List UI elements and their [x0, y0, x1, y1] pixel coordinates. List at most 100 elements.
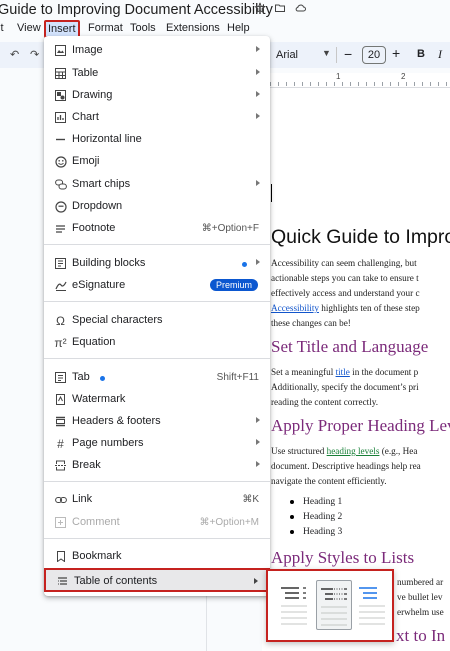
ruler-mark-2: 2: [401, 72, 406, 81]
menu-item-headers-footers[interactable]: Headers & footers: [44, 411, 270, 433]
link-icon: [54, 493, 67, 506]
comment-icon: [54, 516, 67, 529]
list-item: Heading 3: [290, 527, 342, 542]
menu-help[interactable]: Help: [227, 22, 250, 34]
doc-bullet-list: Heading 1 Heading 2 Heading 3: [290, 497, 342, 542]
omega-icon: Ω: [56, 313, 65, 328]
menu-item-chart[interactable]: Chart: [44, 107, 270, 129]
bold-button[interactable]: B: [417, 48, 425, 60]
premium-badge: Premium: [209, 279, 258, 291]
building-blocks-icon: [54, 257, 67, 270]
redo-icon[interactable]: ↷: [30, 48, 39, 61]
cloud-status-icon[interactable]: [294, 2, 307, 14]
menu-extensions[interactable]: Extensions: [166, 22, 220, 34]
font-size-input[interactable]: 20: [362, 46, 386, 64]
menu-divider: [44, 481, 270, 482]
toolbar-divider: [336, 47, 337, 63]
new-feature-dot: [100, 376, 105, 381]
new-feature-dot: [242, 262, 247, 267]
toc-option-page-numbers[interactable]: [277, 580, 311, 628]
increase-font-size-button[interactable]: +: [392, 45, 400, 61]
document-title[interactable]: Guide to Improving Document Accessibilit…: [0, 2, 273, 18]
menu-tools[interactable]: Tools: [130, 22, 156, 34]
menu-divider: [44, 358, 270, 359]
toc-option-links[interactable]: [355, 580, 389, 628]
menu-item-special-characters[interactable]: Ω Special characters: [44, 310, 270, 332]
doc-intro-line-3: effectively access and understand your c: [271, 288, 420, 298]
s2-post: (e.g., Hea: [379, 446, 418, 456]
font-selector[interactable]: Arial: [276, 49, 298, 61]
menu-item-bookmark[interactable]: Bookmark: [44, 546, 270, 568]
drawing-icon: [54, 89, 67, 102]
menu-item-drawing[interactable]: Drawing: [44, 85, 270, 107]
smart-chips-icon: [54, 178, 67, 191]
table-icon: [54, 67, 67, 80]
list-item: Heading 1: [290, 497, 342, 512]
comment-shortcut: ⌘+Option+M: [199, 517, 259, 528]
menu-item-comment: Comment ⌘+Option+M: [44, 512, 270, 534]
accessibility-link[interactable]: Accessibility: [271, 303, 319, 313]
menu-item-emoji[interactable]: Emoji: [44, 151, 270, 173]
undo-icon[interactable]: ↶: [10, 48, 19, 61]
doc-s3-frag-1: numbered ar: [397, 577, 444, 587]
title-link[interactable]: title: [336, 367, 350, 377]
doc-intro-line-4: Accessibility highlights ten of these st…: [271, 301, 450, 316]
move-folder-icon[interactable]: [274, 2, 286, 14]
menu-divider: [44, 301, 270, 302]
menu-item-horizontal-line[interactable]: Horizontal line: [44, 129, 270, 151]
menu-divider: [44, 244, 270, 245]
doc-s2-line-1: Use structured heading levels (e.g., Hea: [271, 444, 450, 459]
menu-item-building-blocks[interactable]: Building blocks: [44, 253, 270, 275]
menu-item-footnote[interactable]: Footnote ⌘+Option+F: [44, 218, 270, 240]
tab-icon: [54, 371, 67, 384]
doc-s2-line-3: navigate the content efficiently.: [271, 476, 387, 486]
pi-icon: π²: [54, 335, 67, 350]
doc-heading-text-frag: xt to In: [396, 626, 446, 645]
s1-pre: Set a meaningful: [271, 367, 336, 377]
doc-intro-line-1: Accessibility can seem challenging, but: [271, 258, 417, 268]
doc-s2-line-2: document. Descriptive headings help rea: [271, 461, 421, 471]
italic-button[interactable]: I: [438, 47, 442, 62]
menu-item-table[interactable]: Table: [44, 63, 270, 85]
insert-menu: Image Table Drawing Chart Horizontal lin…: [44, 36, 270, 596]
menu-item-smart-chips[interactable]: Smart chips: [44, 174, 270, 196]
menu-item-image[interactable]: Image: [44, 40, 270, 62]
menu-edit[interactable]: it: [0, 22, 4, 34]
doc-heading-title-language: Set Title and Language: [271, 337, 429, 356]
list-item: Heading 2: [290, 512, 342, 527]
menu-item-dropdown[interactable]: Dropdown: [44, 196, 270, 218]
menu-item-link[interactable]: Link ⌘K: [44, 489, 270, 511]
doc-heading-heading-levels: Apply Proper Heading Lev: [271, 416, 450, 435]
doc-s1-line-2: Additionally, specify the document’s pri: [271, 382, 419, 392]
doc-intro-line-5: these changes can be!: [271, 318, 351, 328]
toc-option-dotted[interactable]: [316, 580, 352, 630]
doc-s1-line-3: reading the content correctly.: [271, 397, 379, 407]
doc-s3-frag-3: erwhelm use: [397, 607, 444, 617]
menu-item-watermark[interactable]: Watermark: [44, 389, 270, 411]
menu-format[interactable]: Format: [88, 22, 123, 34]
menu-divider: [44, 538, 270, 539]
doc-s3-frag-2: ve bullet lev: [397, 592, 443, 602]
star-icon[interactable]: [254, 2, 266, 14]
title-icons: [254, 2, 307, 14]
heading-levels-link[interactable]: heading levels: [327, 446, 380, 456]
horizontal-line-icon: [54, 133, 67, 146]
esignature-icon: [54, 279, 67, 292]
ruler-ticks: [270, 82, 450, 86]
decrease-font-size-button[interactable]: −: [344, 46, 352, 62]
link-shortcut: ⌘K: [242, 494, 259, 505]
title-bar: Guide to Improving Document Accessibilit…: [0, 0, 450, 20]
doc-heading-main: Quick Guide to Improv: [271, 226, 450, 248]
menu-view[interactable]: View: [17, 22, 41, 34]
horizontal-ruler[interactable]: 1 2: [270, 72, 450, 88]
menu-item-table-of-contents[interactable]: Table of contents: [44, 568, 270, 592]
menu-item-tab[interactable]: Tab Shift+F11: [44, 367, 270, 389]
menu-item-page-numbers[interactable]: # Page numbers: [44, 433, 270, 455]
menu-item-esignature[interactable]: eSignature Premium: [44, 275, 270, 297]
menu-item-equation[interactable]: π² Equation: [44, 332, 270, 354]
bookmark-icon: [54, 550, 67, 563]
toc-submenu: [266, 569, 394, 642]
font-dropdown-icon[interactable]: ▼: [322, 48, 331, 58]
menu-item-break[interactable]: Break: [44, 455, 270, 477]
watermark-icon: [54, 393, 67, 406]
